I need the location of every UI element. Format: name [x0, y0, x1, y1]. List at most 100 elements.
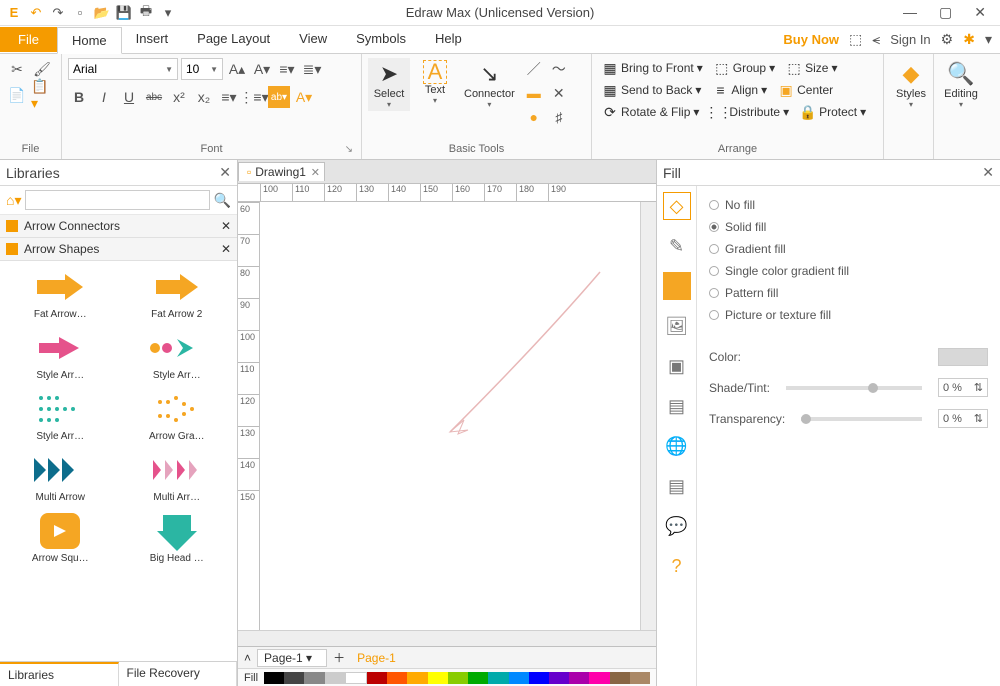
tab-insert[interactable]: Insert: [122, 26, 184, 53]
solid-preview-icon[interactable]: [663, 272, 691, 300]
shape-thumb[interactable]: Style Arr…: [121, 326, 234, 381]
line-tab-icon[interactable]: ✎: [663, 232, 691, 260]
page-tab[interactable]: Page-1: [351, 651, 402, 665]
line-spacing-icon[interactable]: ≡▾: [218, 86, 240, 108]
shape-thumb[interactable]: Multi Arr…: [121, 448, 234, 503]
color-picker[interactable]: [938, 348, 988, 366]
bold-button[interactable]: B: [68, 86, 90, 108]
image-tab-icon[interactable]: 🖼: [663, 312, 691, 340]
gear-icon[interactable]: ⚙: [941, 31, 954, 48]
styles-button[interactable]: ◆Styles▾: [890, 58, 932, 111]
center-button[interactable]: ▣Center: [774, 80, 837, 100]
file-menu[interactable]: File: [0, 27, 57, 52]
web-tab-icon[interactable]: 🌐: [663, 432, 691, 460]
scrollbar-horizontal[interactable]: [238, 630, 656, 646]
tab-symbols[interactable]: Symbols: [342, 26, 421, 53]
underline-button[interactable]: U: [118, 86, 140, 108]
libraries-close-icon[interactable]: ✕: [219, 164, 231, 181]
tab-file-recovery[interactable]: File Recovery: [119, 662, 238, 686]
bring-front-button[interactable]: ▦Bring to Front▾: [598, 58, 707, 78]
category-arrow-shapes[interactable]: Arrow Shapes ✕: [0, 238, 237, 261]
search-icon[interactable]: 🔍: [214, 192, 231, 209]
editing-button[interactable]: 🔍Editing▾: [940, 58, 982, 111]
sign-in-link[interactable]: Sign In: [890, 32, 930, 47]
tab-help[interactable]: Help: [421, 26, 477, 53]
notes-tab-icon[interactable]: ▤: [663, 472, 691, 500]
delete-tool-icon[interactable]: ✕: [548, 82, 570, 104]
comment-tab-icon[interactable]: 💬: [663, 512, 691, 540]
strike-button[interactable]: abc: [143, 86, 165, 108]
library-search-input[interactable]: [25, 190, 209, 210]
fill-tab-icon[interactable]: ◇: [663, 192, 691, 220]
page-select[interactable]: Page-1 ▾: [257, 649, 327, 667]
document-tab[interactable]: ▫Drawing1 ✕: [238, 162, 325, 181]
drawing-canvas[interactable]: [260, 202, 640, 630]
format-painter-icon[interactable]: 🖌: [31, 58, 53, 80]
share-icon[interactable]: ⪪: [872, 31, 880, 48]
shade-value[interactable]: 0 %⇅: [938, 378, 988, 397]
collapse-ribbon-icon[interactable]: ▾: [985, 31, 992, 48]
open-icon[interactable]: 📂: [94, 5, 110, 21]
italic-button[interactable]: I: [93, 86, 115, 108]
new-icon[interactable]: ▫: [72, 5, 88, 21]
fill-opt-picture[interactable]: Picture or texture fill: [709, 304, 988, 326]
distribute-button[interactable]: ⋮⋮Distribute▾: [706, 102, 793, 122]
line-tool-icon[interactable]: ／: [523, 58, 545, 80]
tab-libraries[interactable]: Libraries: [0, 662, 119, 686]
cut-icon[interactable]: ✂: [6, 58, 28, 80]
more-icon[interactable]: ▾: [160, 5, 176, 21]
font-launcher-icon[interactable]: ↘: [345, 144, 353, 155]
increase-font-icon[interactable]: A▴: [226, 58, 248, 80]
tab-home[interactable]: Home: [57, 27, 122, 54]
font-name-combo[interactable]: ▼: [68, 58, 178, 80]
fill-opt-none[interactable]: No fill: [709, 194, 988, 216]
category-close-icon[interactable]: ✕: [221, 242, 231, 256]
minimize-button[interactable]: —: [899, 4, 921, 21]
paste-icon[interactable]: 📋▾: [31, 84, 53, 106]
page-tab-icon[interactable]: ▤: [663, 392, 691, 420]
fill-opt-pattern[interactable]: Pattern fill: [709, 282, 988, 304]
shape-thumb[interactable]: Fat Arrow…: [4, 265, 117, 320]
close-button[interactable]: ✕: [970, 4, 990, 21]
copy-icon[interactable]: 📄: [6, 84, 28, 106]
scrollbar-vertical[interactable]: [640, 202, 656, 630]
subscript-icon[interactable]: x₂: [193, 86, 215, 108]
category-close-icon[interactable]: ✕: [221, 219, 231, 233]
curve-tool-icon[interactable]: 〜: [548, 58, 570, 80]
color-swatches[interactable]: [264, 672, 650, 684]
shape-thumb[interactable]: Style Arr…: [4, 326, 117, 381]
transparency-value[interactable]: 0 %⇅: [938, 409, 988, 428]
category-arrow-connectors[interactable]: Arrow Connectors ✕: [0, 215, 237, 238]
document-close-icon[interactable]: ✕: [311, 166, 320, 179]
font-color-icon[interactable]: A▾: [293, 86, 315, 108]
save-icon[interactable]: 💾: [116, 5, 132, 21]
text-tool[interactable]: A Text▾: [414, 58, 456, 107]
connector-tool[interactable]: ↘ Connector▾: [460, 58, 519, 111]
add-page-icon[interactable]: ＋: [333, 649, 345, 666]
group-button[interactable]: ⬚Group▾: [710, 58, 779, 78]
page-nav-up-icon[interactable]: ˄: [244, 651, 251, 665]
shape-thumb[interactable]: Big Head …: [121, 509, 234, 564]
align-h-icon[interactable]: ≡▾: [276, 58, 298, 80]
help-tab-icon[interactable]: ?: [663, 552, 691, 580]
rotate-button[interactable]: ⟳Rotate & Flip▾: [598, 102, 703, 122]
highlight-icon[interactable]: ab▾: [268, 86, 290, 108]
shape-thumb[interactable]: Fat Arrow 2: [121, 265, 234, 320]
tab-view[interactable]: View: [285, 26, 342, 53]
tab-page-layout[interactable]: Page Layout: [183, 26, 285, 53]
fill-opt-gradient[interactable]: Gradient fill: [709, 238, 988, 260]
shape-thumb[interactable]: Arrow Gra…: [121, 387, 234, 442]
transparency-slider[interactable]: [801, 417, 922, 421]
home-icon[interactable]: ⌂▾: [6, 192, 21, 209]
fill-opt-single-gradient[interactable]: Single color gradient fill: [709, 260, 988, 282]
align-v-icon[interactable]: ≣▾: [301, 58, 323, 80]
export-icon[interactable]: ⬚: [849, 31, 862, 48]
shape-thumb[interactable]: Style Arr…: [4, 387, 117, 442]
circle-tool-icon[interactable]: ●: [523, 106, 545, 128]
size-button[interactable]: ⬚Size▾: [782, 58, 841, 78]
send-back-button[interactable]: ▦Send to Back▾: [598, 80, 705, 100]
bullets-icon[interactable]: ⋮≡▾: [243, 86, 265, 108]
shape-thumb[interactable]: Multi Arrow: [4, 448, 117, 503]
print-icon[interactable]: 🖶: [138, 5, 154, 21]
shade-slider[interactable]: [786, 386, 922, 390]
